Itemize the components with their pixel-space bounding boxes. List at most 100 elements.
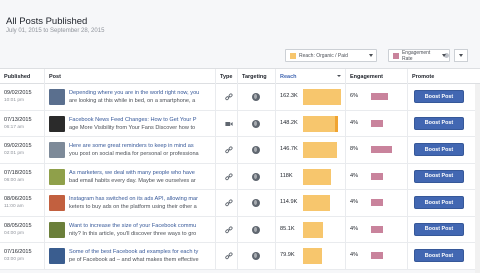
reach-bar	[303, 142, 338, 158]
post-thumbnail[interactable]	[49, 248, 65, 264]
post-cell[interactable]: Facebook News Feed Changes: How to Get Y…	[45, 110, 216, 136]
vertical-scrollbar[interactable]	[475, 84, 480, 273]
sort-desc-icon	[337, 75, 341, 77]
promote-cell: Boost Post	[408, 164, 480, 190]
published-cell: 09/02/2015 02:01 pm	[0, 137, 45, 163]
targeting-cell	[238, 243, 276, 269]
boost-post-button[interactable]: Boost Post	[414, 90, 464, 103]
link-icon	[225, 146, 233, 154]
column-options-dropdown[interactable]	[454, 49, 468, 62]
reach-bar	[303, 221, 323, 238]
boost-post-button[interactable]: Boost Post	[414, 222, 464, 236]
globe-icon	[252, 119, 260, 128]
link-icon	[225, 199, 233, 207]
engagement-bar	[371, 172, 384, 180]
reach-metric-label: Reach: Organic / Paid	[299, 52, 348, 59]
col-published[interactable]: Published	[0, 69, 45, 84]
table-header: Published Post Type Targeting Reach Enga…	[0, 69, 480, 84]
col-type[interactable]: Type	[216, 69, 238, 84]
targeting-cell	[238, 137, 276, 163]
post-cell[interactable]: Some of the best Facebook ad examples fo…	[45, 243, 216, 269]
published-time: 10:01 pm	[4, 98, 25, 103]
published-date: 08/05/2015	[4, 222, 32, 229]
engagement-metric-dropdown[interactable]: Engagement Rate	[388, 49, 450, 62]
link-icon	[225, 252, 233, 260]
reach-swatch-icon	[290, 52, 296, 59]
engagement-value: 4%	[350, 225, 359, 232]
post-text-line1: Here are some great reminders to keep in…	[69, 143, 194, 149]
engagement-cell: 6%	[346, 84, 408, 110]
col-post[interactable]: Post	[45, 69, 216, 84]
date-range: July 01, 2015 to September 28, 2015	[6, 28, 105, 34]
type-cell	[216, 163, 238, 189]
promote-cell: Boost Post	[408, 243, 480, 269]
table-row[interactable]: 07/13/2015 06:17 am Facebook News Feed C…	[0, 110, 480, 137]
post-text-line2: bad email habits every day. Maybe we our…	[69, 177, 196, 184]
table-row[interactable]: 09/02/2015 10:01 pm Depending where you …	[0, 84, 480, 111]
boost-post-button[interactable]: Boost Post	[414, 196, 464, 209]
targeting-cell	[238, 110, 276, 136]
published-cell: 07/18/2015 06:00 am	[0, 163, 45, 189]
post-cell[interactable]: Here are some great reminders to keep in…	[45, 137, 216, 163]
boost-post-button[interactable]: Boost Post	[414, 169, 464, 183]
engagement-metric-label: Engagement Rate	[401, 49, 431, 62]
published-cell: 08/06/2015 11:00 am	[0, 190, 45, 216]
published-time: 02:01 pm	[4, 151, 25, 156]
reach-cell: 114.9K	[276, 190, 346, 216]
globe-icon	[252, 199, 260, 207]
post-thumbnail[interactable]	[49, 115, 65, 132]
globe-icon	[252, 146, 260, 154]
published-date: 08/06/2015	[4, 196, 32, 202]
col-engagement[interactable]: Engagement	[346, 69, 408, 84]
engagement-bar	[371, 252, 384, 259]
reach-value: 79.9K	[280, 252, 295, 258]
table-row[interactable]: 09/02/2015 02:01 pm Here are some great …	[0, 137, 480, 164]
type-cell	[216, 243, 238, 269]
reach-cell: 148.2K	[276, 110, 346, 136]
chevron-down-icon	[369, 54, 373, 57]
col-reach[interactable]: Reach	[276, 69, 346, 84]
post-cell[interactable]: Want to increase the size of your Facebo…	[45, 216, 216, 242]
col-targeting[interactable]: Targeting	[238, 69, 276, 84]
published-time: 04:00 pm	[4, 230, 25, 236]
reach-value: 114.9K	[280, 199, 298, 205]
published-cell: 07/16/2015 03:00 pm	[0, 243, 45, 269]
post-cell[interactable]: Instagram has switched on its ads API, a…	[45, 190, 216, 216]
targeting-cell	[238, 190, 276, 216]
post-thumbnail[interactable]	[49, 142, 65, 158]
reach-cell: 85.1K	[276, 216, 346, 242]
published-cell: 08/05/2015 04:00 pm	[0, 216, 45, 242]
published-cell: 07/13/2015 06:17 am	[0, 110, 45, 136]
chevron-down-icon	[442, 54, 446, 57]
promote-cell: Boost Post	[408, 217, 480, 243]
boost-post-button[interactable]: Boost Post	[414, 116, 464, 130]
table-row[interactable]: 08/05/2015 04:00 pm Want to increase the…	[0, 216, 480, 243]
post-cell[interactable]: Depending where you are in the world rig…	[45, 84, 216, 110]
type-cell	[216, 84, 238, 110]
post-thumbnail[interactable]	[49, 89, 65, 105]
table-row[interactable]: 08/06/2015 11:00 am Instagram has switch…	[0, 190, 480, 217]
targeting-cell	[238, 216, 276, 242]
post-text-line1: Facebook News Feed Changes: How to Get Y…	[69, 116, 197, 123]
engagement-cell: 4%	[346, 216, 408, 242]
type-cell	[216, 190, 238, 216]
table-row[interactable]: 07/16/2015 03:00 pm Some of the best Fac…	[0, 243, 480, 270]
table-row[interactable]: 07/18/2015 06:00 am As marketers, we dea…	[0, 163, 480, 190]
post-thumbnail[interactable]	[49, 168, 65, 185]
post-cell[interactable]: As marketers, we deal with many people w…	[45, 163, 216, 189]
post-thumbnail[interactable]	[49, 221, 65, 238]
reach-metric-dropdown[interactable]: Reach: Organic / Paid	[285, 49, 377, 62]
boost-post-button[interactable]: Boost Post	[414, 143, 464, 156]
published-time: 11:00 am	[4, 204, 24, 209]
link-icon	[225, 172, 233, 180]
globe-icon	[252, 93, 260, 101]
globe-icon	[252, 172, 260, 181]
engagement-bar	[371, 225, 384, 233]
reach-value: 118K	[280, 172, 293, 179]
engagement-value: 8%	[350, 146, 359, 152]
boost-post-button[interactable]: Boost Post	[414, 249, 464, 262]
post-thumbnail[interactable]	[49, 195, 65, 211]
published-date: 09/02/2015	[4, 90, 32, 96]
reach-value: 146.7K	[280, 146, 298, 152]
engagement-cell: 4%	[346, 163, 408, 189]
